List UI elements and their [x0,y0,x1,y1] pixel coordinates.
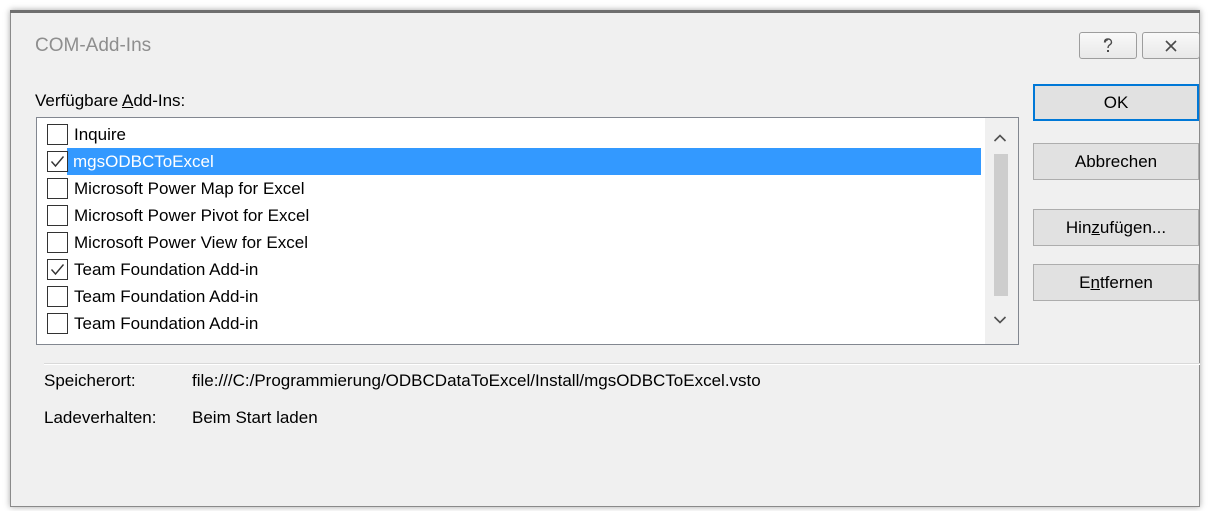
addin-label: Microsoft Power Map for Excel [74,178,305,198]
close-icon [1164,39,1178,53]
remove-button[interactable]: En tfernen [1033,264,1199,301]
addin-label: Inquire [74,124,126,144]
available-addins-label: Verfügbare Add-Ins: [35,91,186,110]
addin-checkbox[interactable] [47,124,68,145]
list-item[interactable]: Team Foundation Add-in [39,256,981,283]
addin-checkbox[interactable] [47,313,68,334]
dialog-title: COM-Add-Ins [35,35,152,56]
addin-label: Team Foundation Add-in [74,259,259,279]
load-behavior-label: Ladeverhalten: [44,408,157,427]
addin-checkbox[interactable] [47,151,68,172]
addin-label: Microsoft Power Pivot for Excel [74,205,310,225]
list-item[interactable]: Microsoft Power Pivot for Excel [39,202,981,229]
load-behavior-value: Beim Start laden [192,408,318,427]
list-item[interactable]: Inquire [39,121,981,148]
divider-highlight [44,364,1200,365]
add-button[interactable]: Hin z ufügen... [1033,209,1199,246]
list-item[interactable]: Team Foundation Add-in [39,283,981,310]
list-item[interactable]: Team Foundation Add-in [39,310,981,337]
addin-label: Team Foundation Add-in [74,313,259,333]
help-button[interactable] [1079,32,1137,59]
addin-checkbox[interactable] [47,205,68,226]
addin-checkbox[interactable] [47,286,68,307]
location-label: Speicherort: [44,371,136,390]
list-item-selected[interactable]: mgsODBCToExcel [47,148,981,175]
list-item[interactable]: Microsoft Power View for Excel [39,229,981,256]
addin-label: Microsoft Power View for Excel [74,232,308,252]
addins-listbox[interactable]: Inquire mgsODBCToExcel Microsoft Power M… [36,117,1019,345]
scrollbar-thumb[interactable] [994,154,1008,296]
checkmark-icon [50,264,65,276]
ok-button[interactable]: OK [1033,84,1199,121]
checkmark-icon [50,156,65,168]
list-item[interactable]: Microsoft Power Map for Excel [39,175,981,202]
location-value: file:///C:/Programmierung/ODBCDataToExce… [192,371,761,390]
vertical-scrollbar[interactable] [985,118,1018,344]
com-addins-dialog: COM-Add-Ins Verfügbare Add-Ins: Inquire [10,10,1200,507]
addin-checkbox[interactable] [47,259,68,280]
addin-label: Team Foundation Add-in [74,286,259,306]
addin-label: mgsODBCToExcel [73,151,214,171]
addin-checkbox[interactable] [47,178,68,199]
cancel-button[interactable]: Abbrechen [1033,143,1199,180]
scroll-up-icon[interactable] [993,130,1007,148]
scroll-down-icon[interactable] [993,312,1007,330]
addin-checkbox[interactable] [47,232,68,253]
close-button[interactable] [1142,32,1200,59]
help-icon [1101,37,1115,53]
